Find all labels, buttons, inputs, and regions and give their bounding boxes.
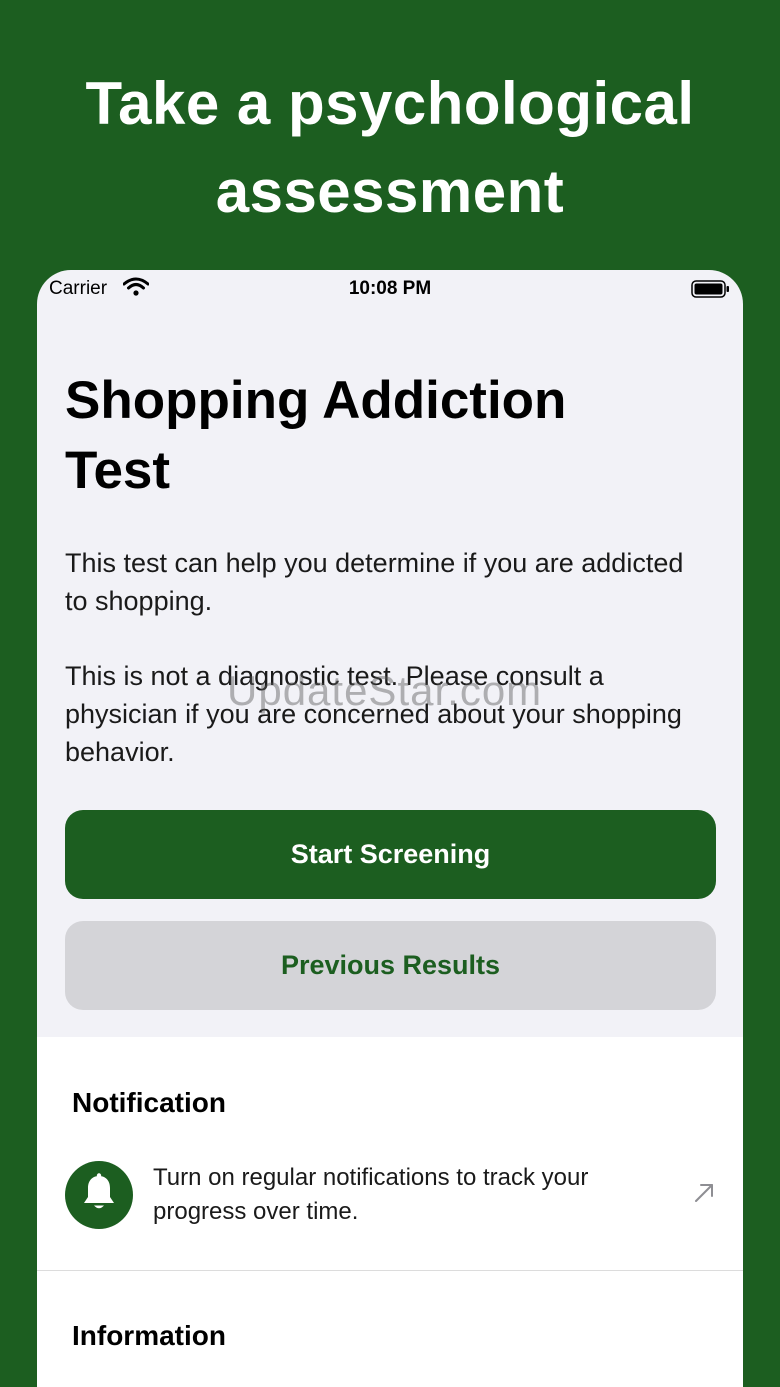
previous-results-button[interactable]: Previous Results [65,921,716,1010]
page-title: Shopping Addiction Test [65,366,715,506]
notification-section-title: Notification [72,1087,226,1118]
promo-headline: Take a psychological assessment [0,60,780,236]
settings-card: Notification Turn on regular notificatio… [37,1037,743,1387]
promo-headline-line-1: Take a psychological [85,70,695,137]
status-time: 10:08 PM [348,278,432,299]
page-title-line-2: Test [65,441,171,500]
phone-screen: Carrier 10:08 PM Shopping Addiction Test… [37,270,743,1387]
start-screening-button[interactable]: Start Screening [65,810,716,899]
bell-icon [81,1172,117,1218]
information-section-title: Information [72,1320,226,1351]
notification-bell-button[interactable] [65,1161,133,1229]
promo-headline-line-2: assessment [215,158,565,225]
notification-description[interactable]: Turn on regular notifications to track y… [153,1161,673,1229]
test-description: This test can help you determine if you … [65,548,684,616]
disclaimer-text: This is not a diagnostic test. Please co… [65,661,682,767]
section-divider [37,1270,743,1271]
battery-icon [691,279,731,305]
arrow-up-right-icon[interactable] [693,1182,715,1209]
status-bar: Carrier 10:08 PM [37,270,743,310]
page-title-line-1: Shopping Addiction [65,371,567,430]
